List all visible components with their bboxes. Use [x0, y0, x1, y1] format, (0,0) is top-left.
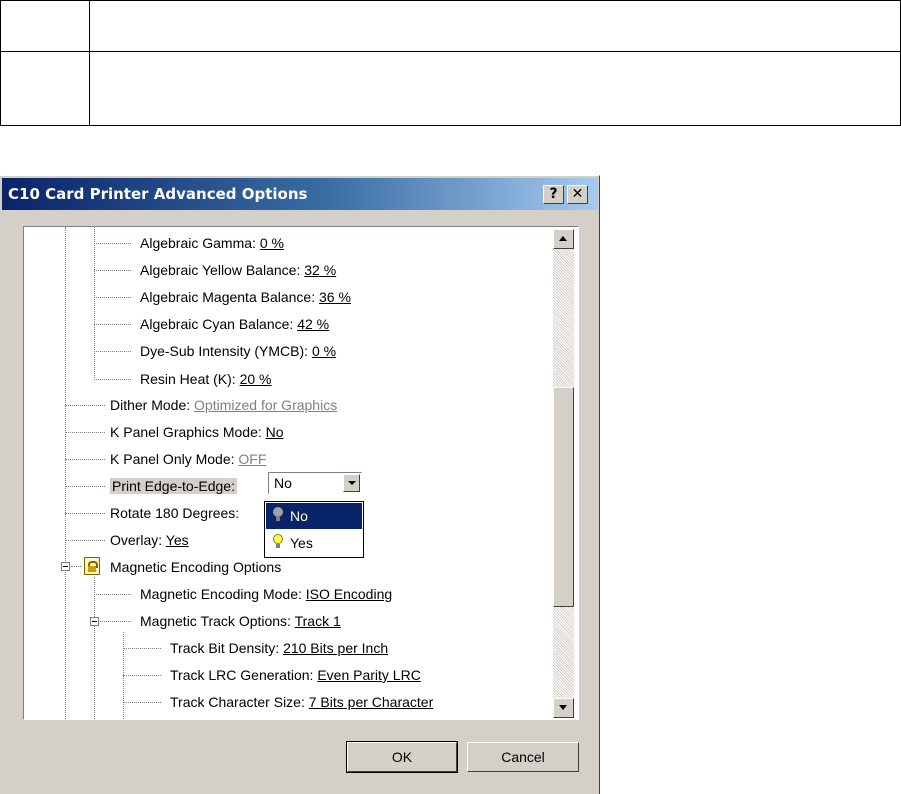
tree-item-label: K Panel Only Mode:: [110, 451, 235, 467]
tree-line: [94, 577, 95, 719]
option-label: No: [290, 508, 308, 524]
tree-item-algebraic-gamma[interactable]: Algebraic Gamma: 0 %: [140, 232, 284, 254]
tree-item-label: Print Edge-to-Edge:: [110, 478, 237, 494]
tree-item-label: Rotate 180 Degrees:: [110, 505, 240, 521]
cancel-button[interactable]: Cancel: [467, 742, 579, 772]
bulb-on-icon: [272, 534, 284, 548]
tree-item-value[interactable]: OFF: [238, 451, 266, 467]
tree-item-value[interactable]: 0 %: [312, 343, 336, 359]
tree-item-label: K Panel Graphics Mode:: [110, 424, 262, 440]
title-bar[interactable]: C10 Card Printer Advanced Options ? ✕: [2, 178, 598, 210]
tree-item-track-bit-density[interactable]: Track Bit Density: 210 Bits per Inch: [170, 637, 388, 659]
close-button[interactable]: ✕: [567, 185, 588, 204]
collapse-icon[interactable]: [61, 562, 70, 571]
tree-item-value[interactable]: Optimized for Graphics: [194, 397, 337, 413]
tree-item-value[interactable]: 42 %: [297, 316, 329, 332]
tree-item-label: Overlay:: [110, 532, 163, 548]
tree-line: [94, 227, 95, 380]
help-button[interactable]: ?: [543, 185, 564, 204]
tree-item-label: Algebraic Magenta Balance:: [140, 289, 316, 305]
tree-item-value[interactable]: ISO Encoding: [306, 586, 392, 602]
tree-item-label: Algebraic Gamma:: [140, 235, 256, 251]
tree-item-label: Track Bit Density:: [170, 640, 280, 656]
tree-item-algebraic-magenta-balance[interactable]: Algebraic Magenta Balance: 36 %: [140, 286, 351, 308]
tree-line: [65, 227, 66, 719]
collapse-icon[interactable]: [90, 617, 99, 626]
tree-item-magnetic-track-options[interactable]: Magnetic Track Options: Track 1: [140, 610, 341, 632]
tree-item-label: Resin Heat (K):: [140, 371, 236, 387]
tree-item-rotate-180-degrees[interactable]: Rotate 180 Degrees:: [110, 502, 239, 524]
advanced-options-dialog: C10 Card Printer Advanced Options ? ✕ Al…: [0, 175, 600, 794]
tree-item-label: Magnetic Encoding Options: [110, 559, 282, 575]
tree-item-value[interactable]: Yes: [166, 532, 189, 548]
tree-item-label: Magnetic Track Options:: [140, 613, 291, 629]
dropdown-list: No Yes: [264, 501, 364, 558]
dialog-title: C10 Card Printer Advanced Options: [8, 185, 308, 203]
tree-item-label: Magnetic Encoding Mode:: [140, 586, 302, 602]
tree-item-track-character-size[interactable]: Track Character Size: 7 Bits per Charact…: [170, 691, 433, 713]
tree-item-value[interactable]: 20 %: [240, 371, 272, 387]
tree-item-magnetic-encoding-mode[interactable]: Magnetic Encoding Mode: ISO Encoding: [140, 583, 392, 605]
tree-item-algebraic-cyan-balance[interactable]: Algebraic Cyan Balance: 42 %: [140, 313, 329, 335]
dropdown-option-no[interactable]: No: [266, 503, 362, 529]
tree-item-value[interactable]: 36 %: [319, 289, 351, 305]
tree-item-print-edge-to-edge[interactable]: Print Edge-to-Edge:: [110, 475, 237, 497]
tree-item-dither-mode[interactable]: Dither Mode: Optimized for Graphics: [110, 394, 337, 416]
tree-item-value[interactable]: 210 Bits per Inch: [283, 640, 388, 656]
tree-item-label: Algebraic Yellow Balance:: [140, 262, 301, 278]
tree-item-dye-sub-intensity[interactable]: Dye-Sub Intensity (YMCB): 0 %: [140, 340, 336, 362]
document-table: [0, 0, 901, 126]
table-cell: [89, 51, 901, 126]
tree-item-label: Algebraic Cyan Balance:: [140, 316, 294, 332]
tree-item-value[interactable]: No: [266, 424, 284, 440]
tree-item-value[interactable]: 7 Bits per Character: [309, 694, 434, 710]
tree-item-track-lrc-generation[interactable]: Track LRC Generation: Even Parity LRC: [170, 664, 421, 686]
tree-item-algebraic-yellow-balance[interactable]: Algebraic Yellow Balance: 32 %: [140, 259, 336, 281]
tree-item-overlay[interactable]: Overlay: Yes: [110, 529, 189, 551]
dropdown-arrow-button[interactable]: [343, 474, 360, 492]
tree-item-label: Dither Mode:: [110, 397, 191, 413]
lock-icon: [84, 557, 100, 575]
tree-item-value[interactable]: 32 %: [304, 262, 336, 278]
vertical-scrollbar[interactable]: [553, 229, 574, 718]
option-label: Yes: [290, 535, 313, 551]
tree-item-k-panel-graphics-mode[interactable]: K Panel Graphics Mode: No: [110, 421, 284, 443]
table-cell: [89, 0, 901, 52]
tree-item-label: Track Character Size:: [170, 694, 305, 710]
select-value: No: [274, 475, 292, 491]
tree-item-label: Track LRC Generation:: [170, 667, 314, 683]
bulb-off-icon: [272, 507, 284, 521]
tree-item-resin-heat[interactable]: Resin Heat (K): 20 %: [140, 368, 272, 390]
tree-item-value[interactable]: 0 %: [260, 235, 284, 251]
scroll-up-button[interactable]: [553, 229, 574, 249]
tree-item-label: Dye-Sub Intensity (YMCB):: [140, 343, 309, 359]
scroll-down-button[interactable]: [553, 698, 574, 718]
tree-item-value[interactable]: Track 1: [295, 613, 341, 629]
tree-item-k-panel-only-mode[interactable]: K Panel Only Mode: OFF: [110, 448, 266, 470]
print-edge-to-edge-select[interactable]: No: [268, 472, 362, 494]
dropdown-option-yes[interactable]: Yes: [266, 530, 362, 556]
tree-item-value[interactable]: Even Parity LRC: [317, 667, 420, 683]
table-cell: [0, 0, 90, 52]
ok-button[interactable]: OK: [346, 741, 458, 773]
tree-item-magnetic-encoding-options[interactable]: Magnetic Encoding Options: [110, 556, 281, 578]
table-cell: [0, 51, 90, 126]
scroll-thumb[interactable]: [553, 387, 574, 607]
